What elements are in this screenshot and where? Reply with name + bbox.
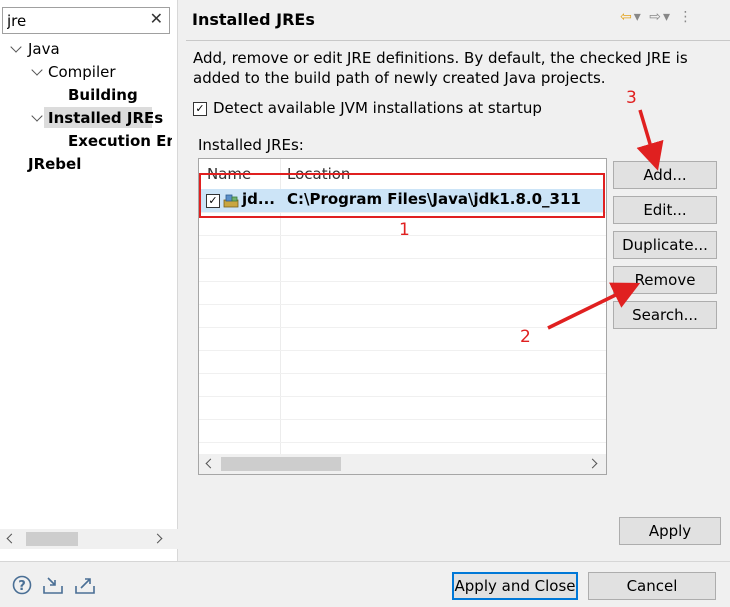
export-icon[interactable] <box>74 575 96 595</box>
import-icon[interactable] <box>42 575 64 595</box>
cancel-button[interactable]: Cancel <box>588 572 716 600</box>
apply-and-close-button[interactable]: Apply and Close <box>452 572 578 600</box>
help-icon[interactable]: ? <box>12 575 34 595</box>
annotation-arrow-to-remove <box>547 282 641 330</box>
svg-text:?: ? <box>18 579 26 594</box>
annotation-arrow-to-add <box>636 109 664 171</box>
annotation-arrows <box>547 109 664 330</box>
bottom-divider <box>0 561 730 562</box>
